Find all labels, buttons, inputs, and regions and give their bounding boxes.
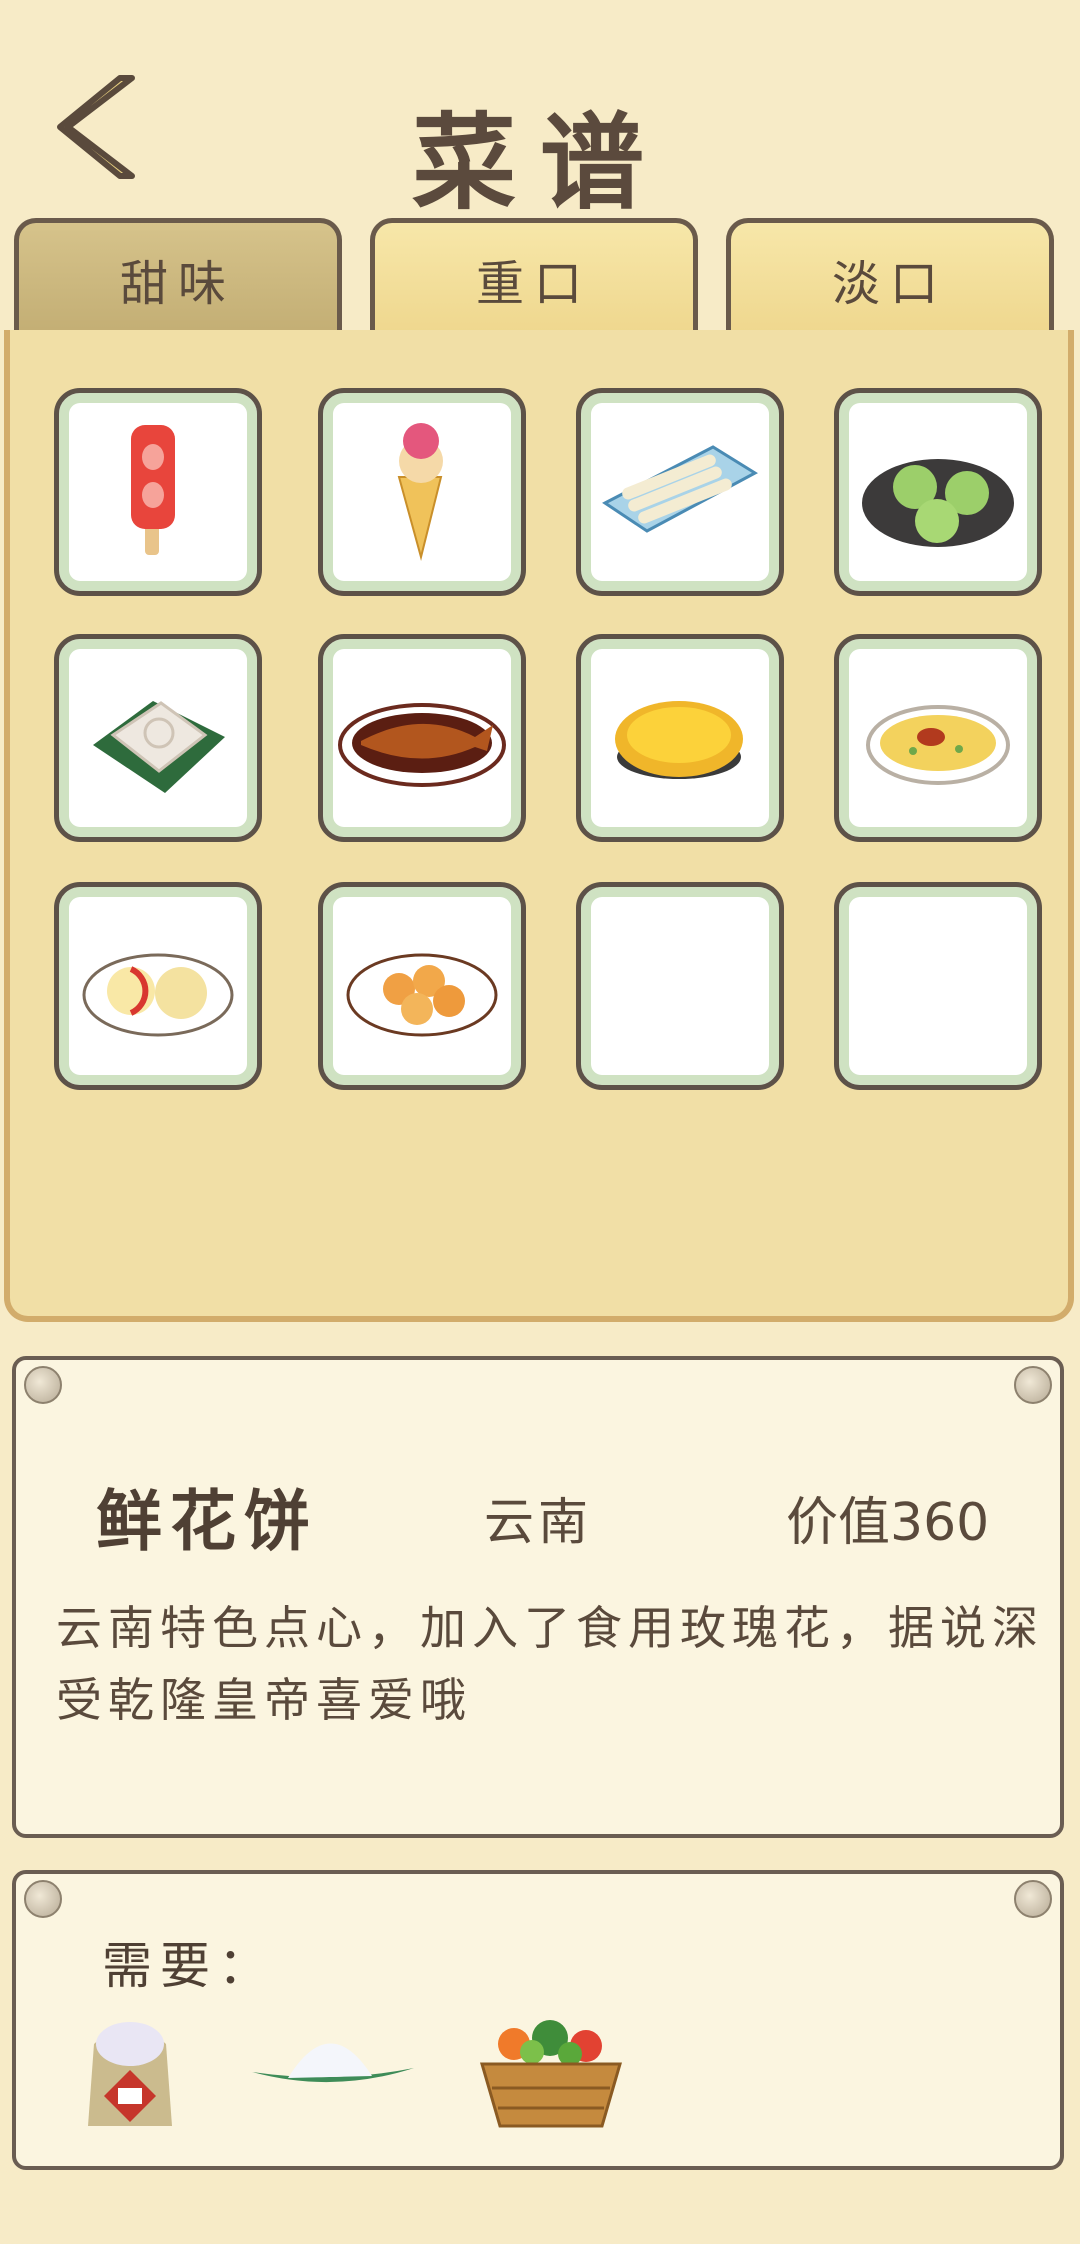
green-dumplings-icon [862,459,1014,547]
pin-icon [1014,1366,1052,1404]
recipe-grid [54,388,1054,1090]
flour-sack-icon [88,2022,172,2126]
pin-icon [24,1880,62,1918]
requirements-label: 需要： [102,1937,276,1995]
dish-description: 云南特色点心，加入了食用玫瑰花，据说深受乾隆皇帝喜爱哦 [56,1601,1044,1727]
dish-origin: 云南 [484,1493,592,1551]
rice-cake-on-leaf-icon [93,701,225,793]
recipe-cell-empty[interactable] [834,882,1042,1090]
omelette-plate-icon [866,705,1010,785]
pin-icon [24,1366,62,1404]
requirements-card: 需要： [12,1870,1064,2170]
recipe-cell[interactable] [834,388,1042,596]
pin-icon [1014,1880,1052,1918]
tab-light[interactable]: 淡口 [726,218,1054,334]
recipe-cell[interactable] [54,882,262,1090]
recipe-cell[interactable] [54,388,262,596]
egg-tart-icon [615,701,743,779]
recipe-cell[interactable] [318,882,526,1090]
recipe-cell-empty[interactable] [576,882,784,1090]
dish-name: 鲜花饼 [96,1483,318,1560]
flower-cake-plate-icon [82,953,234,1037]
recipe-panel [4,330,1074,1322]
strawberry-popsicle-icon [131,425,175,555]
fried-buns-plate-icon [346,953,498,1037]
recipe-cell[interactable] [318,634,526,842]
recipe-cell[interactable] [834,634,1042,842]
ice-cream-cone-icon [397,423,443,561]
recipe-detail-card: 鲜花饼 云南 价值360 云南特色点心，加入了食用玫瑰花，据说深受乾隆皇帝喜爱哦 [12,1356,1064,1838]
braised-fish-icon [338,703,506,787]
dish-value: 价值360 [786,1493,990,1553]
recipe-cell[interactable] [54,634,262,842]
vegetable-basket-icon [480,2020,622,2128]
rice-roll-plate-icon [602,445,758,533]
tab-sweet[interactable]: 甜味 [14,218,342,334]
recipe-cell[interactable] [576,388,784,596]
rice-on-leaf-icon [252,2043,414,2083]
recipe-cell[interactable] [318,388,526,596]
category-tabs: 甜味 重口 淡口 [14,218,1054,334]
recipe-cell[interactable] [576,634,784,842]
page-title: 菜谱 [411,102,668,224]
tab-heavy[interactable]: 重口 [370,218,698,334]
